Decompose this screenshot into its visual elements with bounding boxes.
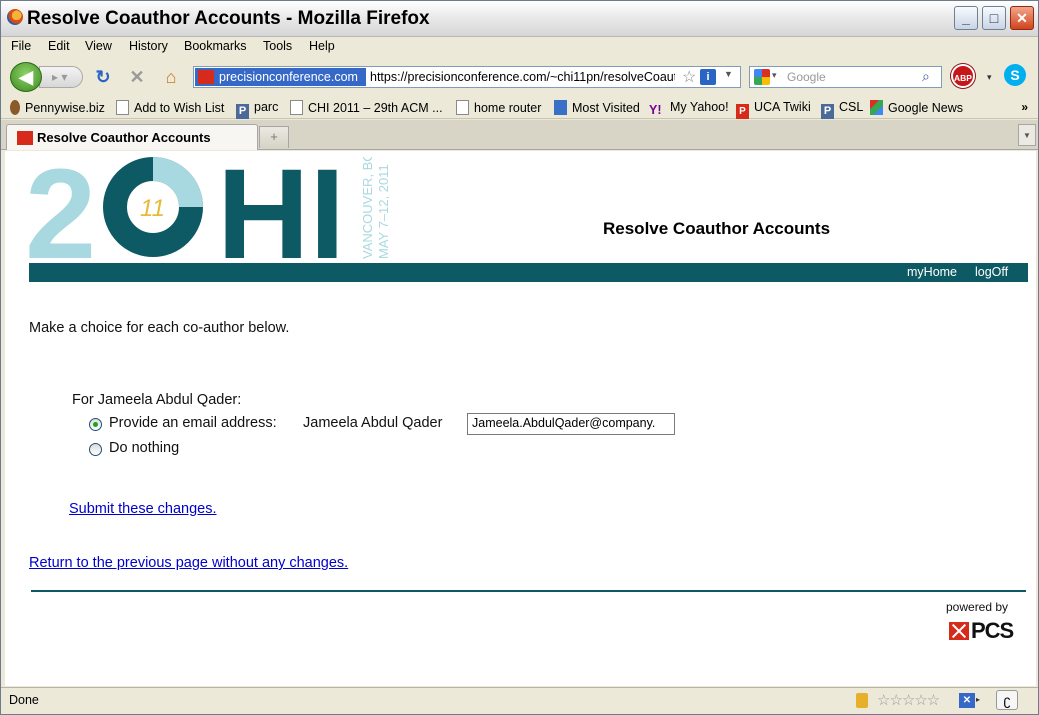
url-dropdown-icon[interactable]: ▼ xyxy=(724,69,733,79)
return-link[interactable]: Return to the previous page without any … xyxy=(29,555,348,571)
tab-resolve-coauthor-accounts[interactable]: Resolve Coauthor Accounts xyxy=(6,124,258,150)
bookmark-csl[interactable]: P CSL xyxy=(821,100,863,119)
menu-view[interactable]: View xyxy=(85,39,112,53)
site-nav-bar: myHome logOff xyxy=(29,263,1028,282)
page-title: Resolve Coauthor Accounts xyxy=(603,219,831,238)
footer-divider xyxy=(31,590,1026,592)
bookmark-add-to-wish-list[interactable]: Add to Wish List xyxy=(116,100,224,115)
addon-arrow-icon[interactable]: ▸ xyxy=(976,695,980,704)
search-engine-dropdown-icon[interactable]: ▾ xyxy=(772,70,777,81)
bookmark-uca-twiki[interactable]: P UCA Twiki xyxy=(736,100,811,119)
address-bar[interactable]: precisionconference.com https://precisio… xyxy=(193,66,741,88)
rating-stars-icon[interactable]: ☆☆☆☆☆ xyxy=(877,691,940,709)
do-nothing-radio[interactable] xyxy=(89,443,102,456)
reload-icon[interactable]: ↻ xyxy=(92,66,114,88)
menu-bookmarks[interactable]: Bookmarks xyxy=(184,39,247,53)
home-icon[interactable]: ⌂ xyxy=(160,66,182,88)
coauthor-name: Jameela Abdul Qader xyxy=(303,415,443,431)
adblock-dropdown-icon[interactable]: ▾ xyxy=(987,72,992,83)
maximize-button[interactable]: □ xyxy=(982,6,1006,30)
bookmark-most-visited[interactable]: Most Visited xyxy=(554,100,640,115)
tab-label: Resolve Coauthor Accounts xyxy=(37,130,211,145)
bookmark-my-yahoo[interactable]: Y! My Yahoo! xyxy=(649,100,729,118)
url-text[interactable]: https://precisionconference.com/~chi11pn… xyxy=(370,68,675,86)
powered-by-text: powered by xyxy=(946,600,1009,614)
close-button[interactable]: ✕ xyxy=(1010,6,1034,30)
p-folder-icon: P xyxy=(236,104,249,119)
menu-help[interactable]: Help xyxy=(309,39,335,53)
forward-button[interactable]: ▸ ▾ xyxy=(39,66,83,88)
tab-list-dropdown-icon[interactable]: ▼ xyxy=(1018,124,1036,146)
p-folder-icon: P xyxy=(821,104,834,119)
bookmarks-overflow-icon[interactable]: » xyxy=(1021,100,1028,114)
coauthor-label: For Jameela Abdul Qader: xyxy=(72,392,242,408)
new-tab-button[interactable]: + xyxy=(259,126,289,148)
yahoo-icon: Y! xyxy=(649,103,662,117)
lock-icon[interactable] xyxy=(856,693,868,708)
page-icon xyxy=(290,100,303,115)
pcs-favicon-icon xyxy=(17,131,33,145)
site-identity-label[interactable]: precisionconference.com xyxy=(195,68,366,86)
bookmark-home-router[interactable]: home router xyxy=(456,100,541,115)
twiki-icon: P xyxy=(736,104,749,119)
ear-icon[interactable]: ʗ xyxy=(996,690,1018,710)
email-field[interactable]: Jameela.AbdulQader@company. xyxy=(467,413,675,435)
google-news-icon xyxy=(870,100,883,115)
google-icon[interactable] xyxy=(754,69,770,85)
menu-bar: File Edit View History Bookmarks Tools H… xyxy=(1,37,1038,57)
minimize-button[interactable]: _ xyxy=(954,6,978,30)
page-icon xyxy=(116,100,129,115)
addon-icon[interactable]: ✕ xyxy=(959,693,975,708)
menu-file[interactable]: File xyxy=(11,39,31,53)
search-icon[interactable]: ⌕ xyxy=(922,68,930,85)
logo-brand: HI xyxy=(217,157,345,261)
bookmark-google-news[interactable]: Google News xyxy=(870,100,963,115)
adblock-icon[interactable]: ABP xyxy=(951,64,975,88)
title-bar: Resolve Coauthor Accounts - Mozilla Fire… xyxy=(1,1,1038,37)
menu-tools[interactable]: Tools xyxy=(263,39,292,53)
submit-changes-link[interactable]: Submit these changes. xyxy=(69,501,217,517)
status-text: Done xyxy=(9,693,39,707)
stop-icon[interactable]: ✕ xyxy=(126,66,148,88)
logo-year-small: 11 xyxy=(140,195,165,222)
provide-email-label: Provide an email address: xyxy=(109,415,277,431)
tab-bar: Resolve Coauthor Accounts + ▼ xyxy=(1,120,1038,150)
bookmarks-toolbar: Pennywise.biz Add to Wish List Pparc CHI… xyxy=(1,97,1038,119)
firefox-icon xyxy=(7,9,23,25)
window-title: Resolve Coauthor Accounts - Mozilla Fire… xyxy=(27,8,430,29)
provide-email-radio[interactable] xyxy=(89,418,102,431)
search-placeholder: Google xyxy=(787,70,826,84)
do-nothing-label: Do nothing xyxy=(109,440,180,456)
search-box[interactable]: ▾ Google ⌕ xyxy=(749,66,942,88)
status-bar: Done ☆☆☆☆☆ ✕ ▸ ʗ xyxy=(1,687,1038,714)
myhome-link[interactable]: myHome xyxy=(907,265,957,279)
bookmark-favicon-icon xyxy=(10,100,20,115)
bookmark-pennywise[interactable]: Pennywise.biz xyxy=(10,100,105,115)
page-content: 2 11 HI VANCOUVER, BC MAY 7–12, 2011 Res… xyxy=(5,151,1036,686)
menu-history[interactable]: History xyxy=(129,39,168,53)
most-visited-icon xyxy=(554,100,567,115)
info-icon[interactable]: i xyxy=(700,69,716,85)
instructions-text: Make a choice for each co-author below. xyxy=(29,320,290,336)
bookmark-chi-2011[interactable]: CHI 2011 – 29th ACM ... xyxy=(290,100,443,115)
navigation-toolbar: ▸ ▾ ◀ ↻ ✕ ⌂ precisionconference.com http… xyxy=(1,58,1038,96)
site-favicon-icon xyxy=(198,70,214,84)
skype-icon[interactable]: S xyxy=(1004,64,1026,86)
bookmark-star-icon[interactable]: ☆ xyxy=(682,67,696,87)
chi-2011-logo: 2 11 HI VANCOUVER, BC MAY 7–12, 2011 xyxy=(29,157,389,261)
bookmark-parc[interactable]: Pparc xyxy=(236,100,278,119)
logoff-link[interactable]: logOff xyxy=(975,265,1008,279)
pcs-logo-text: PCS xyxy=(971,618,1014,643)
browser-window: Resolve Coauthor Accounts - Mozilla Fire… xyxy=(0,0,1039,715)
back-button[interactable]: ◀ xyxy=(10,62,42,92)
logo-location: VANCOUVER, BC xyxy=(360,157,375,259)
pcs-mark-icon xyxy=(949,622,969,640)
logo-digit-two: 2 xyxy=(29,157,96,261)
logo-dates: MAY 7–12, 2011 xyxy=(376,164,389,259)
menu-edit[interactable]: Edit xyxy=(48,39,70,53)
pcs-logo: PCS xyxy=(949,618,1027,643)
page-icon xyxy=(456,100,469,115)
